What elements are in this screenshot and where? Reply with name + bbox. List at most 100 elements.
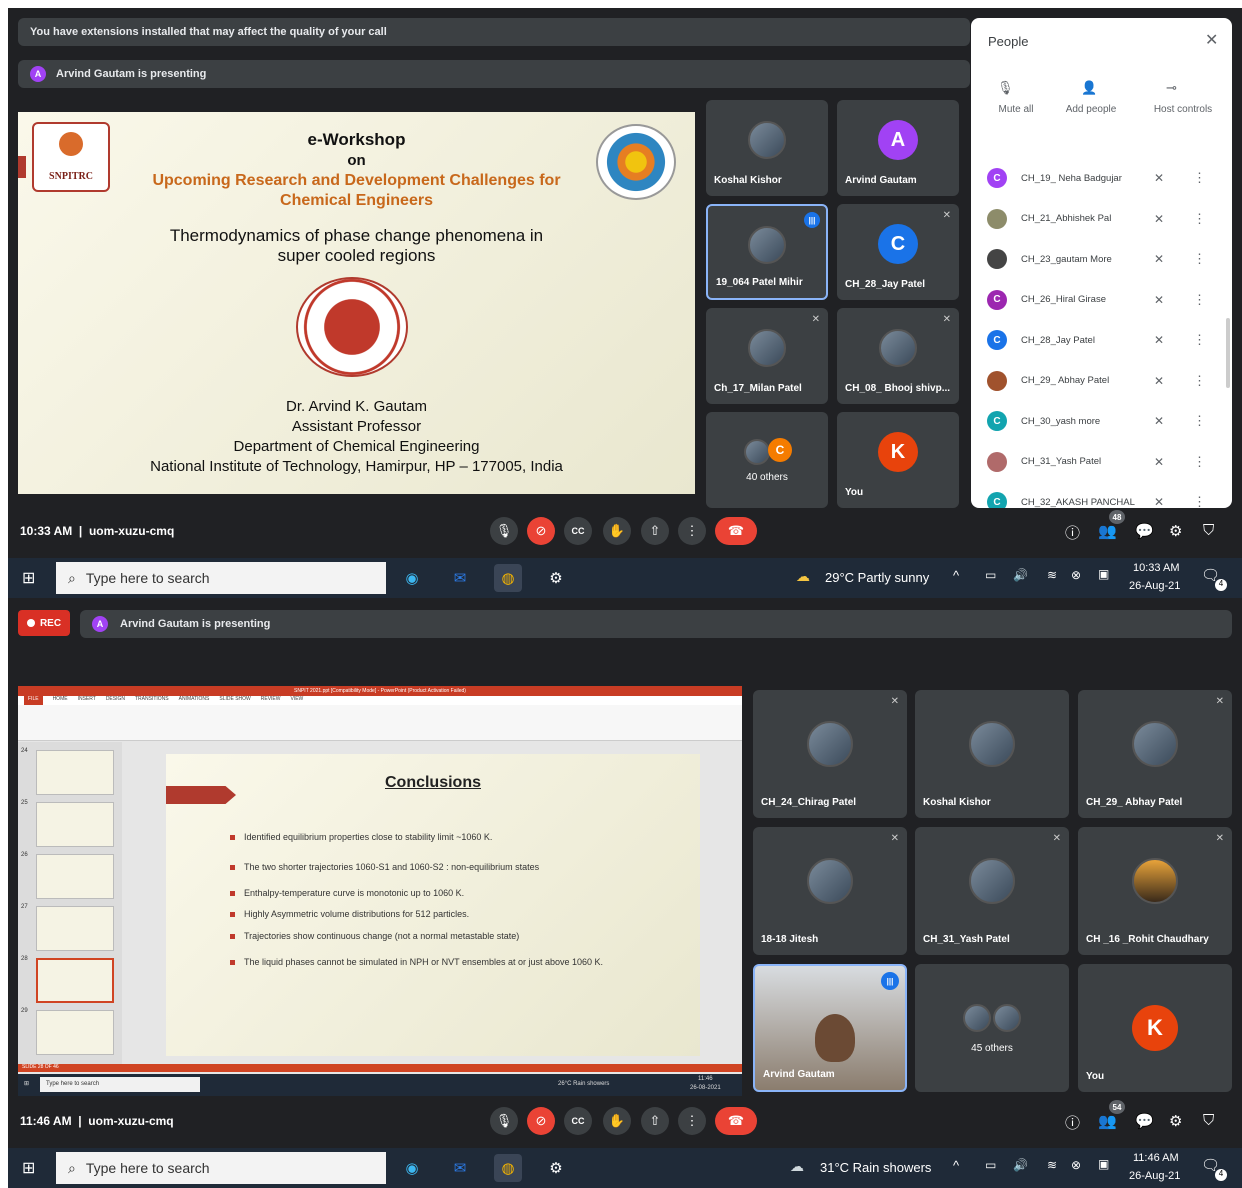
close-circle-icon[interactable]: ⊗ [1071, 568, 1081, 582]
volume-icon[interactable]: 🔊 [1013, 1158, 1028, 1172]
taskbar-search[interactable]: ⌕ Type here to search [56, 562, 386, 594]
more-vert-icon[interactable]: ⋮ [1193, 413, 1206, 429]
ppt-tab[interactable]: DESIGN [106, 696, 125, 705]
mic-off-icon[interactable]: ✕ [1154, 212, 1164, 226]
self-tile[interactable]: K You [1078, 964, 1232, 1092]
more-options-button[interactable]: ⋮ [678, 1107, 706, 1135]
present-button[interactable]: ⇧ [641, 1107, 669, 1135]
host-shield-icon[interactable]: ⛉ [1203, 522, 1214, 539]
ppt-tab[interactable]: VIEW [291, 696, 304, 705]
chrome-icon[interactable]: ◍ [494, 1154, 522, 1182]
participant-tile-speaking[interactable]: ||| 19_064 Patel Mihir [706, 204, 828, 300]
settings-gear-icon[interactable]: ⚙ [542, 1154, 570, 1182]
more-vert-icon[interactable]: ⋮ [1193, 332, 1206, 348]
battery-icon[interactable]: ▭ [985, 568, 996, 582]
participant-tile[interactable]: ✕ C CH_28_Jay Patel [837, 204, 959, 300]
more-vert-icon[interactable]: ⋮ [1193, 454, 1206, 470]
participant-tile[interactable]: ✕ CH_31_Yash Patel [915, 827, 1069, 955]
wifi-icon[interactable]: ≋ [1047, 1158, 1057, 1172]
ppt-tab[interactable]: HOME [53, 696, 68, 705]
slide-thumbnail[interactable] [36, 802, 114, 847]
ime-icon[interactable]: ▣ [1098, 1157, 1109, 1171]
presenter-video-tile[interactable]: ||| Arvind Gautam [753, 964, 907, 1092]
ppt-tab[interactable]: INSERT [78, 696, 96, 705]
camera-off-button[interactable]: ⊘ [527, 517, 555, 545]
close-circle-icon[interactable]: ⊗ [1071, 1158, 1081, 1172]
participant-tile[interactable]: ✕ CH _16 _Rohit Chaudhary [1078, 827, 1232, 955]
mic-off-icon[interactable]: ✕ [1154, 455, 1164, 469]
slide-thumbnail[interactable] [36, 854, 114, 899]
edge-icon[interactable]: ◉ [398, 564, 426, 592]
raise-hand-button[interactable]: ✋ [603, 517, 631, 545]
chat-icon[interactable]: 💬 [1135, 522, 1154, 540]
ppt-tab[interactable]: ANIMATIONS [179, 696, 210, 705]
more-vert-icon[interactable]: ⋮ [1193, 211, 1206, 227]
participant-row[interactable]: CH_23_gautam More ✕ ⋮ [971, 239, 1232, 279]
more-vert-icon[interactable]: ⋮ [1193, 292, 1206, 308]
mute-all-icon[interactable]: 🎙 [997, 80, 1014, 96]
raise-hand-button[interactable]: ✋ [603, 1107, 631, 1135]
mic-off-icon[interactable]: ✕ [1154, 252, 1164, 266]
ppt-tab[interactable]: SLIDE SHOW [219, 696, 250, 705]
mic-off-icon[interactable]: ✕ [1154, 293, 1164, 307]
participant-tile[interactable]: ✕ Ch_17_Milan Patel [706, 308, 828, 404]
host-controls-button[interactable]: Host controls [1134, 104, 1232, 115]
ime-icon[interactable]: ▣ [1098, 567, 1109, 581]
ppt-tab[interactable]: TRANSITIONS [135, 696, 169, 705]
activities-icon[interactable]: ⚙ [1169, 522, 1182, 540]
chevron-up-icon[interactable]: ^ [953, 1158, 959, 1173]
host-controls-icon[interactable]: ⊸ [1166, 80, 1177, 96]
more-options-button[interactable]: ⋮ [678, 517, 706, 545]
leave-call-button[interactable]: ☎ [715, 517, 757, 545]
people-icon[interactable]: 👥 [1098, 1112, 1117, 1130]
others-tile[interactable]: 45 others [915, 964, 1069, 1092]
taskbar-search[interactable]: ⌕ Type here to search [56, 1152, 386, 1184]
captions-button[interactable]: CC [564, 517, 592, 545]
chat-icon[interactable]: 💬 [1135, 1112, 1154, 1130]
participant-tile[interactable]: Koshal Kishor [706, 100, 828, 196]
participant-tile[interactable]: ✕ CH_08_ Bhooj shivp... [837, 308, 959, 404]
more-vert-icon[interactable]: ⋮ [1193, 170, 1206, 186]
leave-call-button[interactable]: ☎ [715, 1107, 757, 1135]
weather-text[interactable]: 29°C Partly sunny [825, 570, 929, 585]
settings-gear-icon[interactable]: ⚙ [542, 564, 570, 592]
participant-tile[interactable]: Koshal Kishor [915, 690, 1069, 818]
microphone-button[interactable]: 🎙 [490, 517, 518, 545]
mic-off-icon[interactable]: ✕ [1154, 374, 1164, 388]
more-vert-icon[interactable]: ⋮ [1193, 251, 1206, 267]
microphone-button[interactable]: 🎙 [490, 1107, 518, 1135]
people-icon[interactable]: 👥 [1098, 522, 1117, 540]
more-vert-icon[interactable]: ⋮ [1193, 373, 1206, 389]
participant-row[interactable]: CH_31_Yash Patel ✕ ⋮ [971, 442, 1232, 482]
edge-icon[interactable]: ◉ [398, 1154, 426, 1182]
wifi-icon[interactable]: ≋ [1047, 568, 1057, 582]
mic-off-icon[interactable]: ✕ [1154, 171, 1164, 185]
battery-icon[interactable]: ▭ [985, 1158, 996, 1172]
slide-thumbnail[interactable] [36, 750, 114, 795]
chrome-icon[interactable]: ◍ [494, 564, 522, 592]
volume-icon[interactable]: 🔊 [1013, 568, 1028, 582]
host-shield-icon[interactable]: ⛉ [1203, 1112, 1214, 1129]
others-tile[interactable]: C 40 others [706, 412, 828, 508]
mute-all-button[interactable]: Mute all [971, 104, 1061, 115]
close-icon[interactable]: ✕ [1205, 30, 1218, 50]
ppt-tab[interactable]: FILE [24, 696, 43, 705]
activities-icon[interactable]: ⚙ [1169, 1112, 1182, 1130]
ppt-tab[interactable]: REVIEW [261, 696, 281, 705]
present-button[interactable]: ⇧ [641, 517, 669, 545]
captions-button[interactable]: CC [564, 1107, 592, 1135]
participant-row[interactable]: C CH_28_Jay Patel ✕ ⋮ [971, 320, 1232, 360]
add-person-icon[interactable]: 👤 [1081, 80, 1097, 96]
participant-row[interactable]: C CH_19_ Neha Badgujar ✕ ⋮ [971, 158, 1232, 198]
add-people-button[interactable]: Add people [1051, 104, 1131, 115]
windows-start-icon[interactable]: ⊞ [22, 568, 35, 588]
participant-row[interactable]: C CH_26_Hiral Girase ✕ ⋮ [971, 280, 1232, 320]
participant-tile[interactable]: ✕ CH_29_ Abhay Patel [1078, 690, 1232, 818]
info-icon[interactable]: ⓘ [1065, 1112, 1080, 1133]
participant-row[interactable]: C CH_30_yash more ✕ ⋮ [971, 401, 1232, 441]
weather-text[interactable]: 31°C Rain showers [820, 1160, 931, 1175]
info-icon[interactable]: ⓘ [1065, 522, 1080, 543]
participant-tile[interactable]: ✕ CH_24_Chirag Patel [753, 690, 907, 818]
chevron-up-icon[interactable]: ^ [953, 568, 959, 583]
participant-row[interactable]: CH_21_Abhishek Pal ✕ ⋮ [971, 199, 1232, 239]
